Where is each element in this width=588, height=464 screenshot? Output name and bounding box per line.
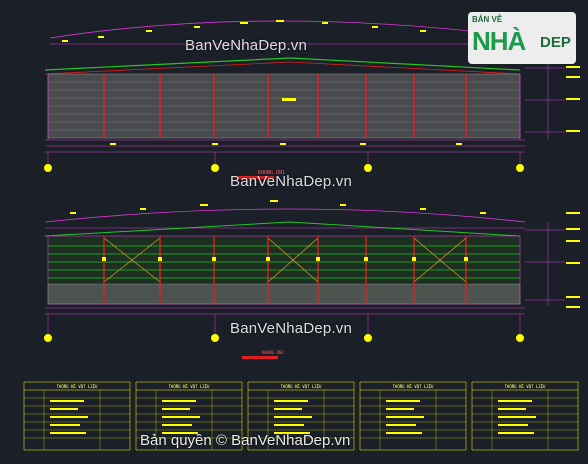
watermark-top: BanVeNhaDep.vn [185, 37, 308, 54]
roof-dimension-arc-top [49, 20, 531, 39]
roof-line-bottom [44, 221, 521, 237]
material-table-2-title: THỐNG KÊ VẬT LIỆU [169, 384, 211, 389]
copyright-notice: Bản quyền © BanVeNhaDep.vn [140, 432, 351, 449]
watermark-middle: BanVeNhaDep.vn [230, 173, 353, 190]
material-table-3-title: THỐNG KÊ VẬT LIỆU [281, 384, 323, 389]
roof-line-top [44, 57, 521, 71]
logo-line-2: NHÀ [472, 26, 526, 56]
material-table-1-title: THỐNG KÊ VẬT LIỆU [57, 384, 99, 389]
watermark-bottom: BanVeNhaDep.vn [230, 320, 353, 337]
brand-logo[interactable]: BẢN VẼ NHÀ DEP [468, 12, 576, 64]
logo-line-1: BẢN VẼ [472, 15, 503, 24]
cad-drawing-canvas: KHUNG DN1 KHUNG DN2 THỐNG KÊ VẬT LIỆU TH… [23, 20, 580, 451]
elevation-bottom-label: KHUNG DN2 [262, 350, 284, 355]
roof-dimension-arc-bottom [44, 208, 526, 223]
logo-line-3: DEP [540, 34, 571, 51]
material-table-4-title: THỐNG KÊ VẬT LIỆU [393, 384, 435, 389]
material-table-5-title: THỐNG KÊ VẬT LIỆU [505, 384, 547, 389]
